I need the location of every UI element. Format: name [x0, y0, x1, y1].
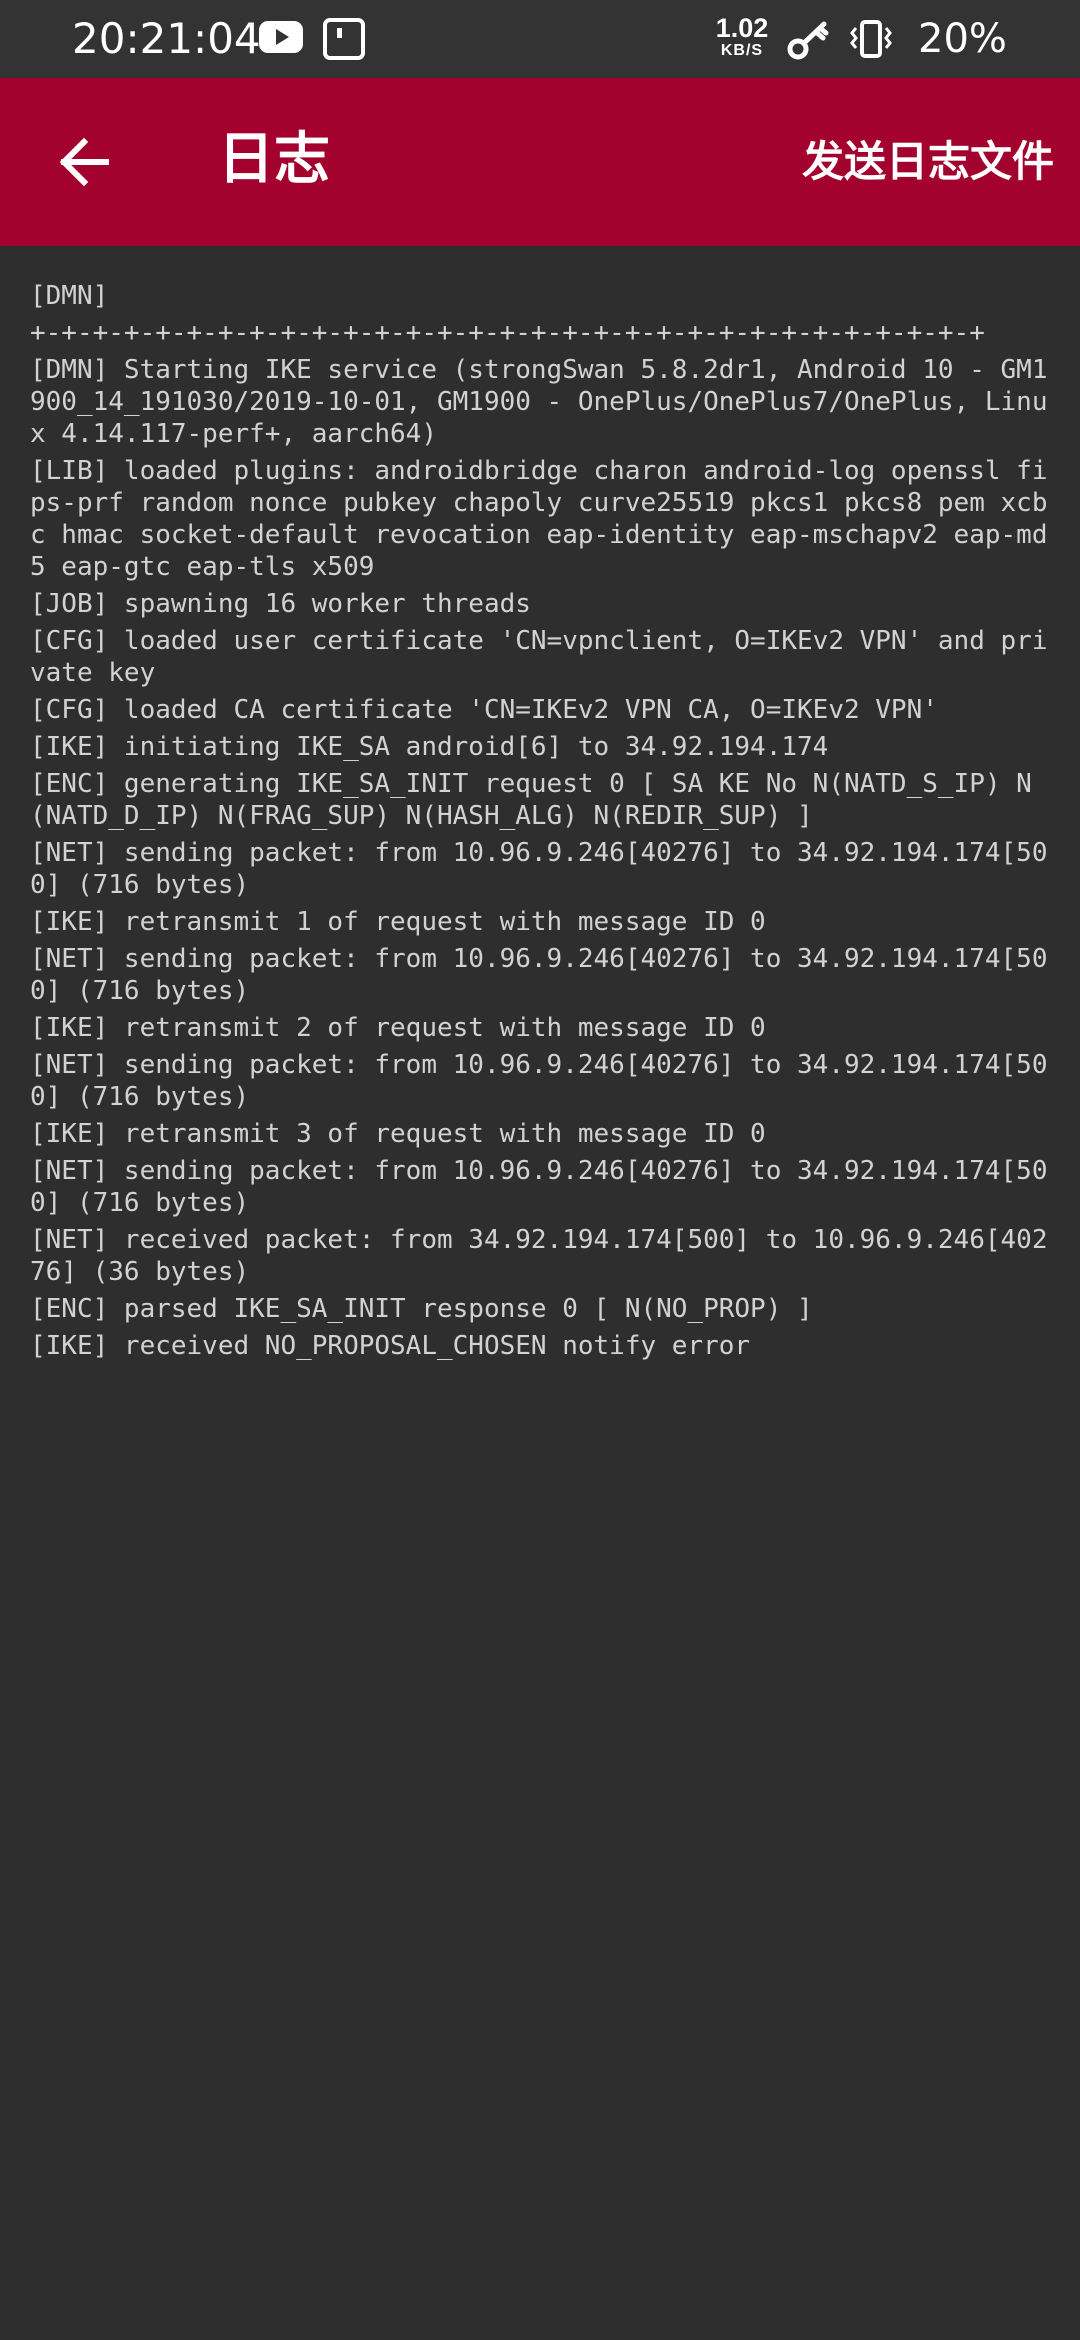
vibrate-icon: [848, 16, 894, 62]
back-button[interactable]: [42, 122, 126, 206]
gallery-icon: [322, 17, 366, 61]
log-line: +-+-+-+-+-+-+-+-+-+-+-+-+-+-+-+-+-+-+-+-…: [30, 318, 985, 348]
log-line: [ENC] parsed IKE_SA_INIT response 0 [ N(…: [30, 1294, 813, 1324]
log-line: [DMN] Starting IKE service (strongSwan 5…: [30, 355, 1048, 449]
key-icon: [786, 18, 830, 62]
status-time: 20:21:04: [72, 14, 261, 63]
log-line: [JOB] spawning 16 worker threads: [30, 589, 531, 619]
log-line: [IKE] retransmit 2 of request with messa…: [30, 1013, 766, 1043]
youtube-icon: [258, 18, 304, 56]
send-log-file-button[interactable]: 发送日志文件: [802, 132, 1054, 192]
net-speed-unit: KB/S: [720, 42, 764, 59]
log-line: [IKE] initiating IKE_SA android[6] to 34…: [30, 732, 829, 762]
log-line: [NET] received packet: from 34.92.194.17…: [30, 1225, 1048, 1287]
log-line: [NET] sending packet: from 10.96.9.246[4…: [30, 1050, 1048, 1112]
log-output: [DMN] +-+-+-+-+-+-+-+-+-+-+-+-+-+-+-+-+-+…: [30, 280, 1060, 1367]
net-speed-value: 1.02: [715, 13, 769, 43]
log-line: [CFG] loaded user certificate 'CN=vpncli…: [30, 626, 1048, 688]
log-line: [LIB] loaded plugins: androidbridge char…: [30, 456, 1048, 582]
arrow-back-icon: [56, 134, 112, 194]
status-bar: 20:21:04 1.02 KB/S 20%: [0, 0, 1080, 78]
log-line: [IKE] retransmit 1 of request with messa…: [30, 907, 766, 937]
app-bar: 日志 发送日志文件: [0, 78, 1080, 246]
log-line: [DMN]: [30, 281, 109, 311]
log-line: [NET] sending packet: from 10.96.9.246[4…: [30, 944, 1048, 1006]
log-line: [IKE] retransmit 3 of request with messa…: [30, 1119, 766, 1149]
log-line: [IKE] received NO_PROPOSAL_CHOSEN notify…: [30, 1331, 751, 1361]
log-line: [NET] sending packet: from 10.96.9.246[4…: [30, 1156, 1048, 1218]
log-line: [CFG] loaded CA certificate 'CN=IKEv2 VP…: [30, 695, 938, 725]
log-line: [ENC] generating IKE_SA_INIT request 0 […: [30, 769, 1032, 831]
log-line: [NET] sending packet: from 10.96.9.246[4…: [30, 838, 1048, 900]
net-speed: 1.02 KB/S: [712, 14, 772, 60]
battery-percentage: 20%: [918, 16, 1007, 62]
page-title: 日志: [218, 127, 330, 192]
